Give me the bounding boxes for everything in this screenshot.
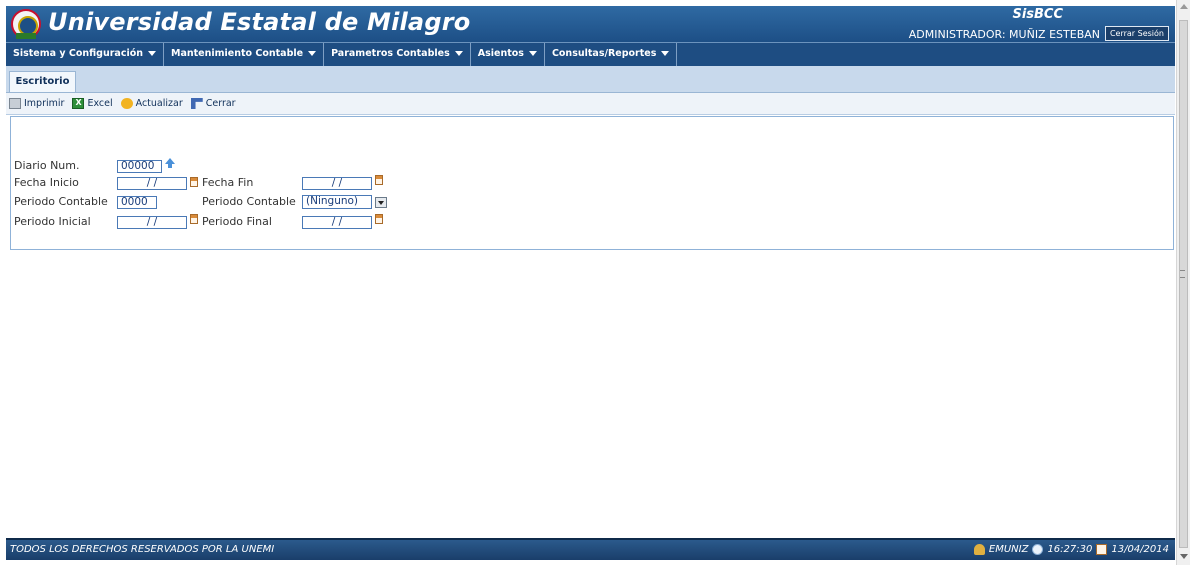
diario-num-label: Diario Num. (14, 159, 80, 172)
rights-text: TODOS LOS DERECHOS RESERVADOS POR LA UNE… (10, 544, 275, 555)
scroll-up-icon[interactable] (1180, 4, 1188, 9)
user-icon (973, 544, 985, 555)
scroll-grip-icon (1180, 270, 1185, 278)
menu-label: Consultas/Reportes (551, 48, 657, 59)
filter-form: Diario Num. 00000 Fecha Inicio / / Fecha… (10, 116, 1174, 250)
close-label: Cerrar (205, 98, 236, 109)
dropdown-arrow-icon[interactable] (375, 197, 387, 208)
excel-label: Excel (87, 98, 113, 109)
print-button[interactable]: Imprimir (9, 98, 64, 109)
periodo-contable-select-label: Periodo Contable (202, 195, 296, 208)
footer-user: EMUNIZ (988, 544, 1029, 555)
arrow-up-icon[interactable] (165, 158, 175, 168)
chevron-down-icon (148, 51, 156, 56)
menu-label: Sistema y Configuración (13, 48, 143, 59)
scroll-thumb[interactable] (1179, 20, 1188, 548)
chevron-down-icon (308, 51, 317, 56)
footer-date: 13/04/2014 (1111, 544, 1169, 555)
excel-button[interactable]: Excel (72, 98, 113, 109)
menu-parametros-contables[interactable]: Parametros Contables (324, 43, 471, 66)
clock-icon (1032, 544, 1044, 555)
chevron-down-icon (528, 51, 537, 56)
printer-icon (9, 98, 21, 109)
main-menu: Sistema y Configuración Mantenimiento Co… (6, 42, 1175, 66)
periodo-final-label: Periodo Final (202, 215, 272, 228)
fecha-inicio-field[interactable]: / / (117, 177, 187, 190)
menu-sistema-configuracion[interactable]: Sistema y Configuración (6, 43, 164, 66)
refresh-label: Actualizar (135, 98, 183, 109)
chevron-down-icon (661, 51, 670, 56)
periodo-inicial-field[interactable]: / / (117, 216, 187, 229)
periodo-inicial-label: Periodo Inicial (14, 215, 91, 228)
menu-mantenimiento-contable[interactable]: Mantenimiento Contable (164, 43, 325, 66)
chevron-down-icon (454, 51, 463, 56)
app-header: Universidad Estatal de Milagro SisBCC AD… (6, 6, 1175, 42)
excel-icon (72, 98, 85, 109)
periodo-final-field[interactable]: / / (302, 216, 372, 229)
system-name: SisBCC (1012, 7, 1063, 22)
toolbar: Imprimir Excel Actualizar Cerrar (6, 93, 1175, 115)
close-button[interactable]: Cerrar (190, 98, 236, 109)
app-window: Universidad Estatal de Milagro SisBCC AD… (6, 6, 1175, 563)
app-title: Universidad Estatal de Milagro (48, 8, 471, 36)
print-label: Imprimir (24, 98, 65, 109)
menu-label: Asientos (477, 48, 524, 59)
menu-asientos[interactable]: Asientos (471, 43, 545, 66)
calendar-icon[interactable] (190, 177, 198, 187)
tab-escritorio[interactable]: Escritorio (9, 71, 76, 92)
close-icon (190, 98, 203, 109)
diario-num-field[interactable]: 00000 (117, 160, 162, 173)
status-right: EMUNIZ 16:27:30 13/04/2014 (970, 544, 1169, 555)
menu-label: Parametros Contables (331, 48, 450, 59)
calendar-icon[interactable] (375, 175, 383, 185)
status-footer: TODOS LOS DERECHOS RESERVADOS POR LA UNE… (6, 538, 1175, 560)
periodo-contable-label: Periodo Contable (14, 195, 108, 208)
menu-consultas-reportes[interactable]: Consultas/Reportes (545, 43, 678, 66)
fecha-inicio-label: Fecha Inicio (14, 176, 79, 189)
vertical-scrollbar[interactable] (1176, 0, 1190, 565)
periodo-contable-field[interactable]: 0000 (117, 196, 157, 209)
refresh-button[interactable]: Actualizar (120, 98, 183, 109)
calendar-icon[interactable] (375, 214, 383, 224)
calendar-icon (1096, 544, 1108, 555)
footer-time: 16:27:30 (1047, 544, 1093, 555)
user-label: ADMINISTRADOR: MUÑIZ ESTEBAN (908, 28, 1100, 41)
scroll-down-icon[interactable] (1180, 554, 1188, 559)
logout-button[interactable]: Cerrar Sesión (1104, 26, 1169, 41)
periodo-contable-select[interactable]: (Ninguno) (302, 195, 372, 209)
calendar-icon[interactable] (190, 214, 198, 224)
fecha-fin-field[interactable]: / / (302, 177, 372, 190)
fecha-fin-label: Fecha Fin (202, 176, 254, 189)
menu-label: Mantenimiento Contable (171, 48, 304, 59)
refresh-icon (120, 98, 133, 109)
tab-strip: Escritorio (6, 66, 1175, 93)
university-seal-icon (11, 9, 41, 39)
